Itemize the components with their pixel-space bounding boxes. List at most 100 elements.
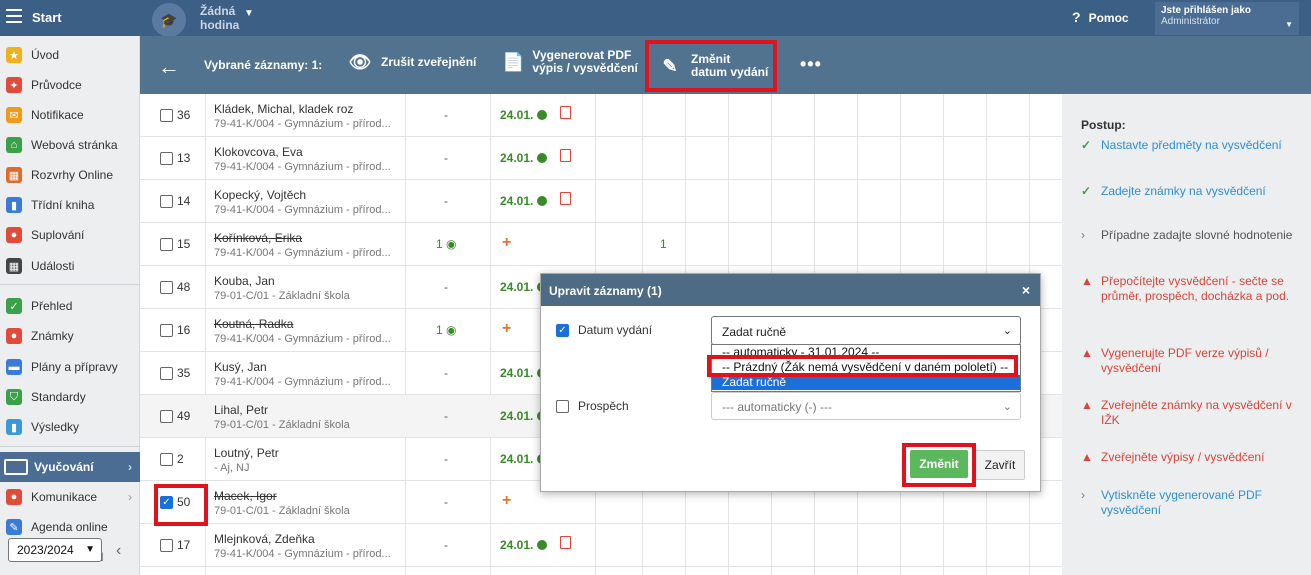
student-name[interactable]: Macek, Igor (214, 489, 277, 503)
student-name[interactable]: Koutná, Radka (214, 317, 293, 331)
pdf-icon[interactable] (560, 106, 571, 119)
graduation-cap-icon[interactable]: 🎓 (152, 3, 186, 37)
help-link[interactable]: ? Pomoc (1072, 9, 1129, 25)
sidebar-item-label: Třídní kniha (31, 198, 95, 212)
sidebar-item[interactable]: ★ Úvod (0, 40, 140, 70)
student-name[interactable]: Klokovcova, Eva (214, 145, 303, 159)
sidebar-item[interactable]: ⌂ Webová stránka (0, 130, 140, 160)
sidebar-item[interactable]: ✦ Průvodce (0, 70, 140, 100)
value-cell[interactable]: 1 ◉ (436, 323, 457, 337)
student-name[interactable]: Kopecký, Vojtěch (214, 188, 306, 202)
eye-slash-icon: 👁 (348, 51, 372, 72)
step-label: Vytiskněte vygenerované PDF vysvědčení (1101, 488, 1262, 517)
row-checkbox[interactable] (160, 539, 173, 552)
chevron-down-icon: ▼ (1285, 20, 1293, 29)
step-item[interactable]: › Vytiskněte vygenerované PDF vysvědčení (1081, 488, 1301, 518)
row-number: 14 (177, 194, 191, 208)
issue-date[interactable]: 24.01. (500, 538, 548, 552)
date-checkbox[interactable]: ✓ (556, 324, 569, 337)
issue-date[interactable]: 24.01. (500, 108, 548, 122)
row-checkbox[interactable] (160, 238, 173, 251)
student-name[interactable]: Loutný, Petr (214, 446, 279, 460)
row-checkbox[interactable] (160, 367, 173, 380)
add-icon[interactable]: + (502, 320, 511, 338)
table-row[interactable]: 15 Kořínková, Erika 79-41-K/004 - Gymnáziu… (140, 223, 1062, 266)
table-row[interactable]: 36 Kládek, Michal, kladek roz 79-41-K/004 … (140, 94, 1062, 137)
more-options-icon[interactable]: ••• (800, 54, 822, 75)
row-checkbox[interactable] (160, 281, 173, 294)
student-name[interactable]: Mlejnková, Zdeňka (214, 532, 315, 546)
value-cell: - (444, 194, 448, 208)
sidebar-section-vyucovani[interactable]: Vyučování › (0, 452, 140, 482)
value-cell: - (444, 409, 448, 423)
row-checkbox[interactable] (160, 453, 173, 466)
student-name[interactable]: Kouba, Jan (214, 274, 275, 288)
add-icon[interactable]: + (502, 492, 511, 510)
table-row[interactable]: 14 Kopecký, Vojtěch 79-41-K/004 - Gymnáziu… (140, 180, 1062, 223)
sidebar-item[interactable]: ● Komunikace › (0, 482, 140, 512)
student-name[interactable]: Kládek, Michal, kladek roz (214, 102, 353, 116)
user-name: Administrátor (1161, 16, 1220, 27)
pen-icon: ✎ (6, 519, 22, 535)
issue-date[interactable]: 24.01. (500, 194, 548, 208)
add-icon[interactable]: + (502, 234, 511, 252)
row-checkbox[interactable] (160, 109, 173, 122)
step-item[interactable]: ▲ Zveřejněte výpisy / vysvědčení (1081, 450, 1301, 465)
student-program: 79-01-C/01 - Základní škola (214, 505, 350, 517)
highlight-empty-option (707, 355, 1018, 377)
date-value: 24.01. (500, 194, 534, 208)
action-toolbar: ← Vybrané záznamy: 1: 👁 Zrušit zveřejněn… (140, 36, 1311, 94)
globe-icon (537, 153, 548, 163)
lesson-selector[interactable]: Žádná hodina (200, 4, 240, 32)
sidebar-item[interactable]: ▬ Plány a přípravy (0, 352, 140, 382)
generate-pdf-button[interactable]: 📄 Vygenerovat PDF výpis / vysvědčení (502, 49, 642, 75)
sidebar-item[interactable]: ▦ Rozvrhy Online (0, 160, 140, 190)
close-icon[interactable]: × (1022, 282, 1030, 298)
user-menu[interactable]: Jste přihlášen jako Administrátor ▼ (1155, 2, 1299, 35)
pdf-icon[interactable] (560, 192, 571, 205)
school-year-select[interactable]: 2023/2024 ▼ (8, 538, 102, 562)
student-name[interactable]: Lihal, Petr (214, 403, 268, 417)
student-name[interactable]: Kořínková, Erika (214, 231, 302, 245)
chevron-down-icon[interactable]: ▼ (244, 8, 254, 19)
date-select[interactable]: Zadat ručně ⌄ (711, 316, 1021, 345)
sidebar-item[interactable]: ● Suplování (0, 220, 140, 250)
row-checkbox[interactable] (160, 324, 173, 337)
unpublish-button[interactable]: 👁 Zrušit zveřejnění (347, 49, 477, 75)
change-date-button[interactable]: ✎ Změnit datum vydání (645, 40, 777, 92)
sidebar-item[interactable]: ▮ Výsledky (0, 412, 140, 442)
sidebar-item[interactable]: ⛉ Standardy (0, 382, 140, 412)
row-checkbox[interactable] (160, 152, 173, 165)
prospech-checkbox[interactable] (556, 400, 569, 413)
sidebar-item[interactable]: ▮ Třídní kniha (0, 190, 140, 220)
row-checkbox[interactable] (160, 410, 173, 423)
step-item[interactable]: ▲ Zveřejněte známky na vysvědčení v IŽK (1081, 398, 1301, 428)
sidebar-item[interactable]: ● Známky (0, 321, 140, 351)
pdf-icon[interactable] (560, 149, 571, 162)
value-cell[interactable]: 1 ◉ (436, 237, 457, 251)
close-button[interactable]: Zavřít (975, 450, 1025, 480)
table-row[interactable]: 17 Mlejnková, Zdeňka 79-41-K/004 - Gymnázi… (140, 524, 1062, 567)
step-item[interactable]: ✓ Nastavte předměty na vysvědčení (1081, 138, 1301, 153)
student-name[interactable]: Kusý, Jan (214, 360, 267, 374)
student-program: 79-41-K/004 - Gymnázium - přírod... (214, 204, 391, 216)
table-row[interactable]: 13 Klokovcova, Eva 79-41-K/004 - Gymnázium… (140, 137, 1062, 180)
book-icon: ▮ (6, 197, 22, 213)
step-item[interactable]: ▲ Vygenerujte PDF verze výpisů / vysvědče… (1081, 346, 1301, 376)
help-label: Pomoc (1088, 11, 1129, 25)
menu-icon[interactable] (6, 9, 22, 23)
step-item[interactable]: ✓ Zadejte známky na vysvědčení (1081, 184, 1301, 199)
back-arrow-icon[interactable]: ← (158, 54, 180, 80)
step-item[interactable]: ▲ Přepočítejte vysvědčení - sečte se prům… (1081, 274, 1301, 304)
date-value: 24.01. (500, 538, 534, 552)
sidebar-item[interactable]: ✓ Přehled (0, 291, 140, 321)
start-link[interactable]: Start (32, 10, 62, 25)
sidebar-item[interactable]: ▦ Události (0, 251, 140, 281)
option-manual[interactable]: Zadat ručně (712, 375, 1020, 390)
pdf-icon[interactable] (560, 536, 571, 549)
issue-date[interactable]: 24.01. (500, 151, 548, 165)
sidebar-item[interactable]: ✉ Notifikace (0, 100, 140, 130)
row-checkbox[interactable] (160, 195, 173, 208)
collapse-sidebar-icon[interactable]: ‹ (116, 542, 121, 560)
prospech-select[interactable]: --- automaticky (-) --- ⌄ (711, 392, 1021, 420)
